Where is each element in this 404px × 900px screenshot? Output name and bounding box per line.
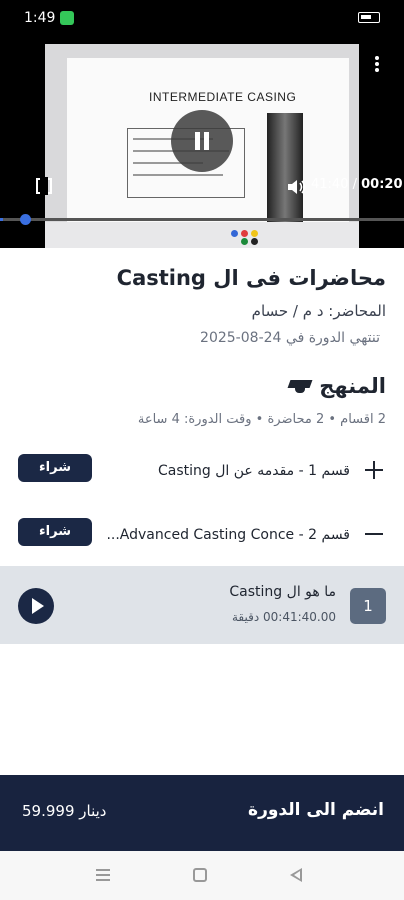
lesson-title: ما هو ال Casting	[229, 584, 336, 600]
color-dot	[251, 230, 258, 237]
lesson-duration: 00:41:40.00 دقيقة	[231, 610, 336, 624]
slide-title: INTERMEDIATE CASING	[149, 90, 297, 104]
nav-home-icon[interactable]	[193, 868, 207, 882]
nav-back-icon[interactable]	[290, 868, 302, 882]
join-course-bar[interactable]: انضم الى الدورة 59.999 دينار	[0, 775, 404, 851]
fullscreen-icon[interactable]	[36, 177, 52, 195]
time-separator: /	[348, 177, 362, 192]
status-time: 1:49	[24, 10, 56, 26]
pause-icon[interactable]	[171, 110, 233, 172]
slide-toolbar	[45, 222, 359, 248]
color-dot	[231, 230, 238, 237]
slide-line	[133, 174, 223, 176]
section-row[interactable]: قسم 1 - مقدمه عن ال Casting شراء	[0, 452, 404, 492]
time-readout: 41:40 / 00:20	[311, 177, 403, 192]
course-end-date: تنتهي الدورة في 24-08-2025	[200, 330, 380, 346]
color-dot	[241, 238, 248, 245]
minus-icon[interactable]	[364, 524, 384, 544]
signal-icon	[307, 11, 353, 21]
color-dot	[241, 230, 248, 237]
seek-thumb[interactable]	[20, 214, 31, 225]
duration-text: 41:40	[311, 177, 349, 192]
course-price: 59.999 دينار	[22, 802, 107, 820]
plus-icon[interactable]	[364, 460, 384, 480]
section-name: قسم 2 - Advanced Casting Conce...	[106, 527, 350, 543]
color-dot	[251, 238, 258, 245]
lesson-row[interactable]: 1 ما هو ال Casting 00:41:40.00 دقيقة	[0, 566, 404, 644]
status-icons	[307, 10, 380, 24]
play-icon[interactable]	[18, 588, 54, 624]
system-nav-bar	[0, 851, 404, 900]
battery-icon	[358, 12, 380, 23]
graduation-cap-icon	[289, 376, 311, 396]
seek-bar[interactable]	[0, 214, 404, 225]
volume-icon[interactable]	[286, 178, 308, 196]
course-title: محاضرات فى ال Casting	[116, 266, 386, 290]
curriculum-heading-text: المنهج	[319, 374, 386, 398]
nav-menu-icon[interactable]	[96, 869, 110, 881]
elapsed-text: 00:20	[361, 177, 403, 192]
buy-button[interactable]: شراء	[18, 518, 92, 546]
lesson-number: 1	[350, 588, 386, 624]
kebab-menu-icon[interactable]	[372, 54, 382, 76]
section-row[interactable]: قسم 2 - Advanced Casting Conce... شراء	[0, 516, 404, 556]
curriculum-heading: المنهج	[289, 374, 386, 398]
casing-diagram	[267, 113, 303, 223]
instructor-name: المحاضر: د م / حسام	[251, 302, 386, 320]
status-bar: 1:49	[0, 0, 404, 36]
join-course-button[interactable]: انضم الى الدورة	[248, 800, 384, 820]
video-player[interactable]: INTERMEDIATE CASING 1:49 41:40 / 00:20	[0, 0, 404, 248]
app-notification-icon	[60, 11, 74, 25]
seek-fill	[0, 218, 4, 221]
buy-button[interactable]: شراء	[18, 454, 92, 482]
section-name: قسم 1 - مقدمه عن ال Casting	[158, 463, 350, 479]
curriculum-meta: 2 اقسام • 2 محاضرة • وقت الدورة: 4 ساعة	[137, 412, 386, 427]
